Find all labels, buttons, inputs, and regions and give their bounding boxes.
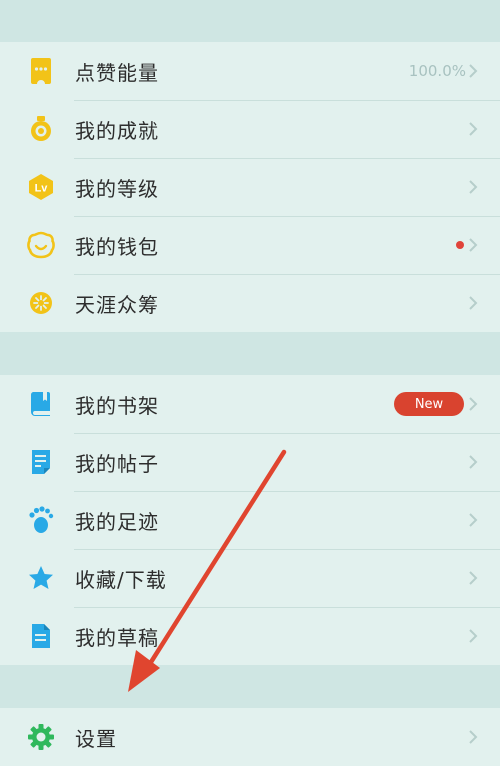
menu-item-label: 点赞能量: [75, 60, 159, 85]
menu-item-label: 天涯众筹: [75, 292, 159, 317]
menu-item-label: 收藏/下载: [75, 567, 167, 592]
menu-item-label: 我的足迹: [75, 509, 159, 534]
menu-item-like-energy[interactable]: 点赞能量 100.0%: [0, 42, 500, 100]
chevron-right-icon: [469, 629, 478, 643]
wallet-face-icon: [27, 231, 55, 259]
menu-item-settings[interactable]: 设置: [0, 708, 500, 766]
menu-item-label: 设置: [75, 726, 117, 751]
energy-ticket-icon: [27, 57, 55, 85]
svg-text:Lv: Lv: [35, 183, 49, 195]
menu-item-label: 我的成就: [75, 118, 159, 143]
medal-icon: [27, 115, 55, 143]
chevron-right-icon: [469, 238, 478, 252]
chevron-right-icon: [469, 571, 478, 585]
menu-group-settings: 设置: [0, 708, 500, 766]
menu-item-favorites-downloads[interactable]: 收藏/下载: [0, 549, 500, 607]
menu-item-crowdfunding[interactable]: 天涯众筹: [0, 274, 500, 332]
posts-document-icon: [27, 448, 55, 476]
notification-dot: [456, 241, 464, 249]
bookshelf-icon: [27, 390, 55, 418]
chevron-right-icon: [469, 455, 478, 469]
level-lv-icon: Lv: [27, 173, 55, 201]
star-icon: [27, 564, 55, 592]
chevron-right-icon: [469, 397, 478, 411]
menu-item-wallet[interactable]: 我的钱包: [0, 216, 500, 274]
menu-item-label: 我的书架: [75, 393, 159, 418]
like-energy-value: 100.0%: [408, 62, 466, 80]
menu-item-label: 我的等级: [75, 176, 159, 201]
chevron-right-icon: [469, 730, 478, 744]
gear-icon: [27, 723, 55, 751]
chevron-right-icon: [469, 64, 478, 78]
menu-group-content: 我的书架 New 我的帖子 我的足迹 收藏/下载 我的草稿: [0, 375, 500, 665]
menu-item-label: 我的草稿: [75, 625, 159, 650]
chevron-right-icon: [469, 122, 478, 136]
new-badge: New: [394, 392, 464, 416]
menu-item-label: 我的钱包: [75, 234, 159, 259]
menu-item-level[interactable]: Lv 我的等级: [0, 158, 500, 216]
menu-item-posts[interactable]: 我的帖子: [0, 433, 500, 491]
menu-item-achievements[interactable]: 我的成就: [0, 100, 500, 158]
menu-item-footprints[interactable]: 我的足迹: [0, 491, 500, 549]
menu-item-label: 我的帖子: [75, 451, 159, 476]
chevron-right-icon: [469, 180, 478, 194]
draft-document-icon: [27, 622, 55, 650]
menu-item-bookshelf[interactable]: 我的书架 New: [0, 375, 500, 433]
menu-item-drafts[interactable]: 我的草稿: [0, 607, 500, 665]
crowdfund-flower-icon: [27, 289, 55, 317]
footprint-icon: [27, 506, 55, 534]
section-spacer-top: [0, 0, 500, 42]
menu-screen: 点赞能量 100.0% 我的成就 Lv 我的等级 我的钱包 天涯众筹 我的书架 …: [0, 0, 500, 766]
chevron-right-icon: [469, 513, 478, 527]
chevron-right-icon: [469, 296, 478, 310]
menu-group-profile: 点赞能量 100.0% 我的成就 Lv 我的等级 我的钱包 天涯众筹: [0, 42, 500, 332]
